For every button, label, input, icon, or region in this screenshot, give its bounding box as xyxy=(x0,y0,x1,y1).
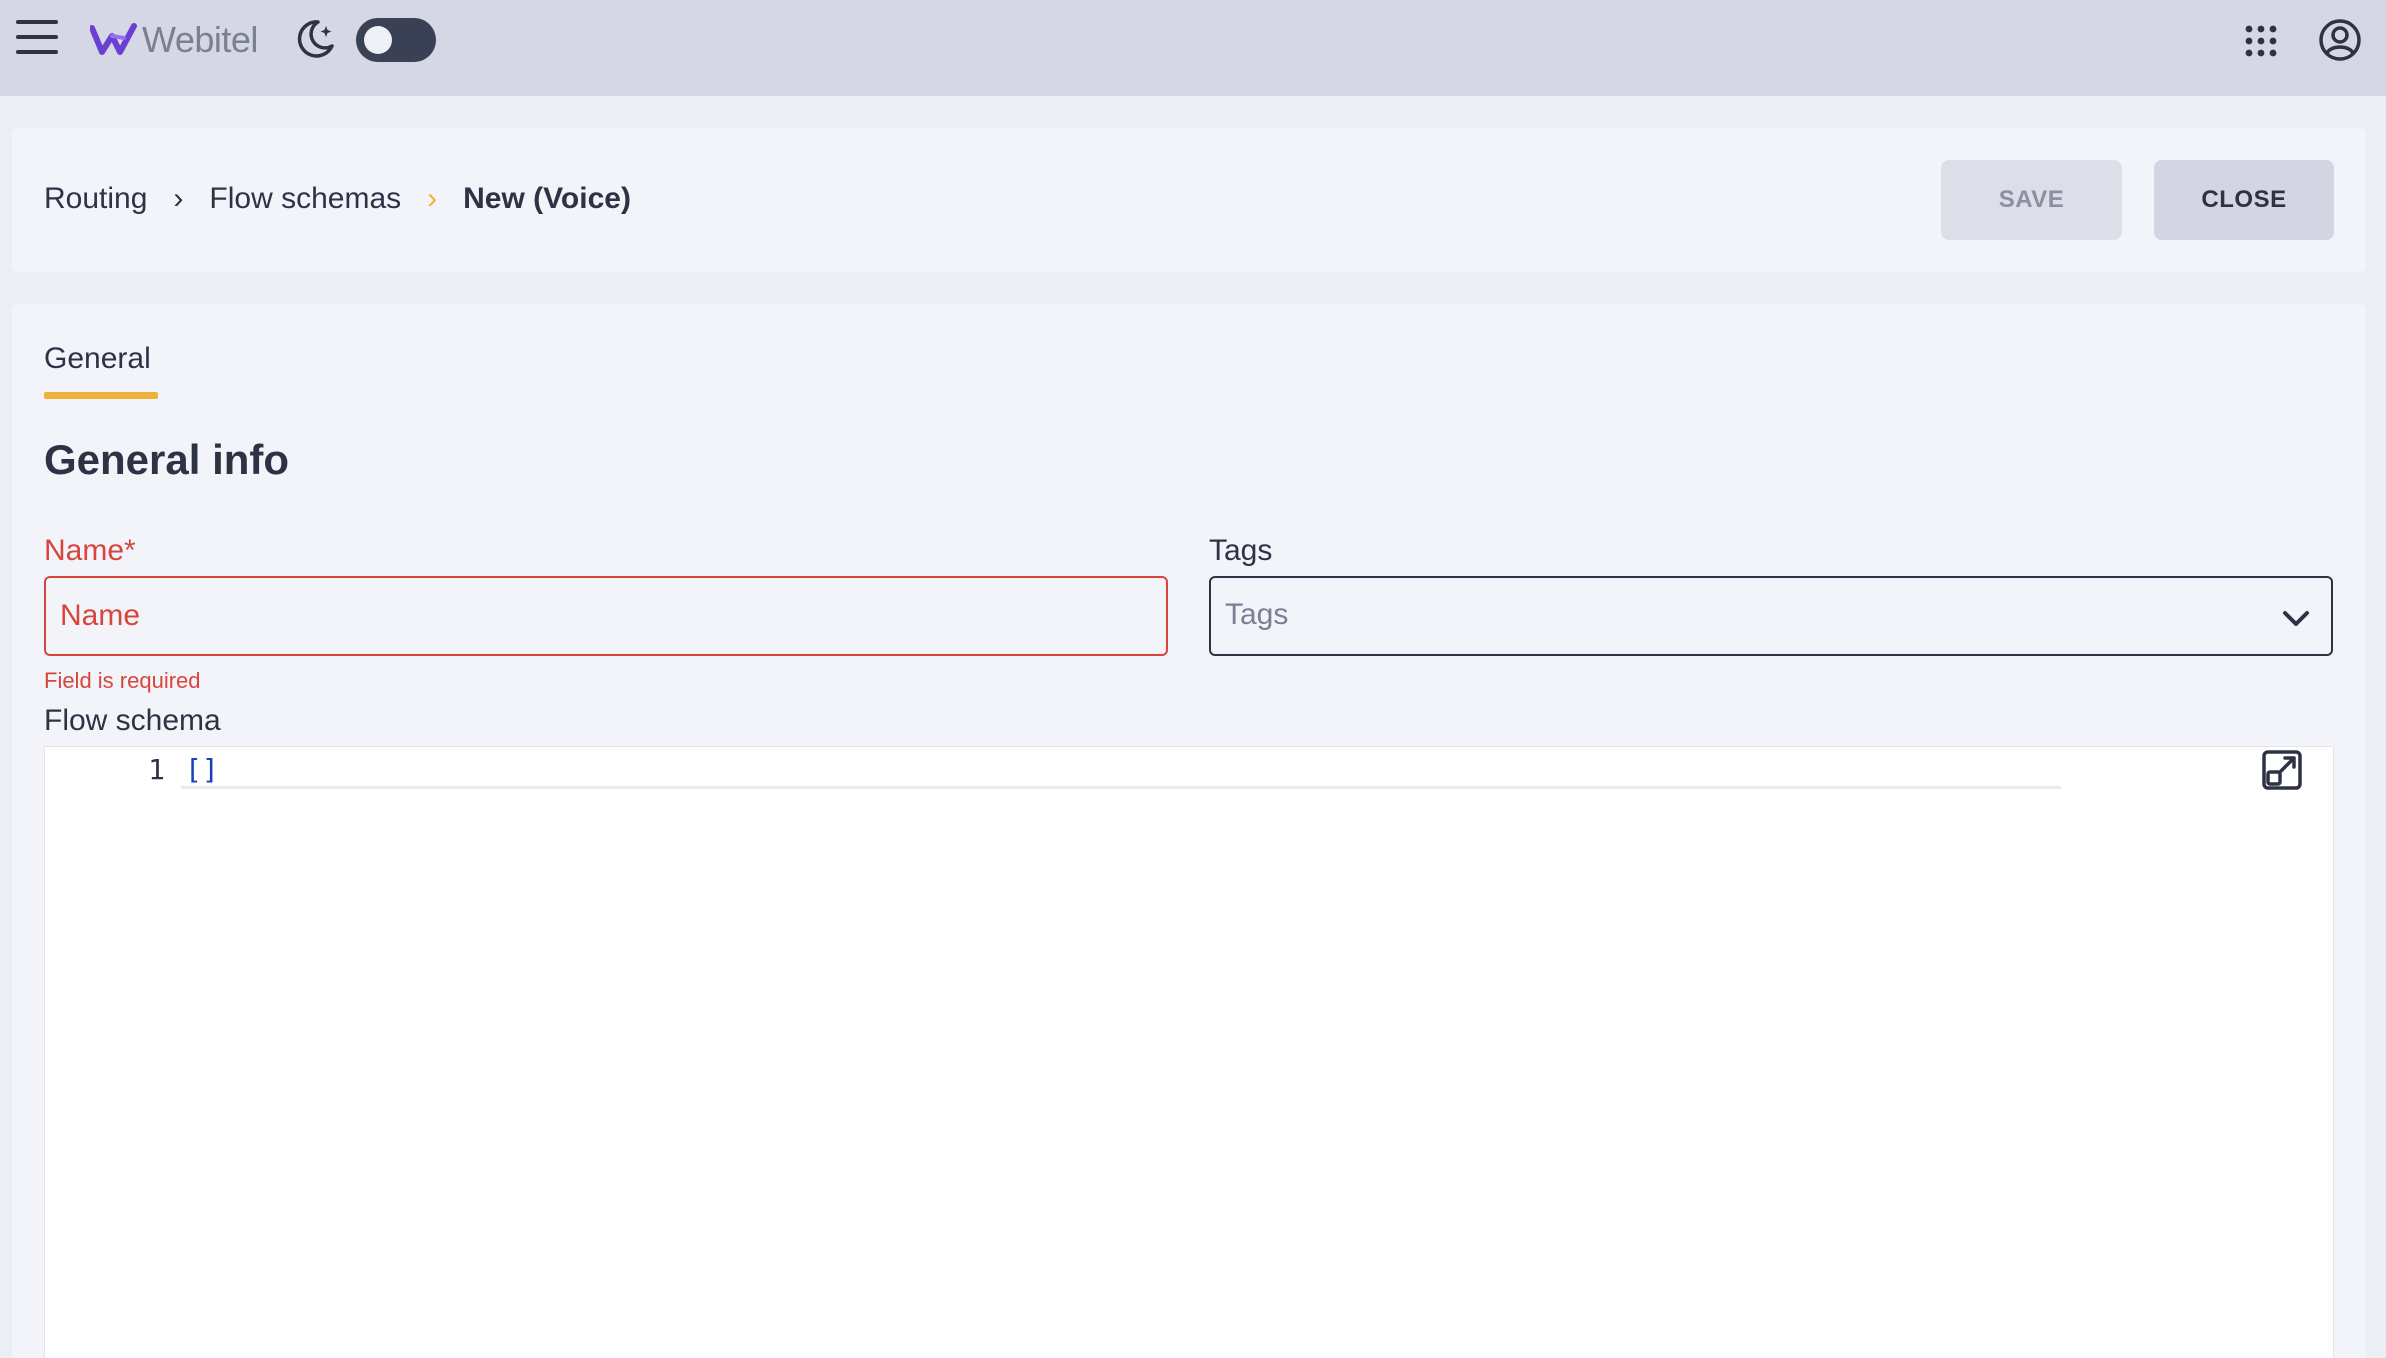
section-title: General info xyxy=(44,436,290,483)
tags-select[interactable]: Tags xyxy=(1209,576,2333,656)
account-icon[interactable] xyxy=(2318,18,2362,62)
breadcrumb: Routing › Flow schemas › New (Voice) xyxy=(44,178,631,220)
expand-icon[interactable] xyxy=(2261,749,2303,791)
save-button[interactable]: SAVE xyxy=(1941,160,2122,240)
toggle-knob xyxy=(364,26,392,54)
chevron-down-icon xyxy=(2283,611,2309,626)
apps-icon[interactable] xyxy=(2244,24,2278,58)
breadcrumb-flow-schemas[interactable]: Flow schemas xyxy=(209,182,401,216)
code-line[interactable]: [] xyxy=(185,753,219,786)
breadcrumb-current: New (Voice) xyxy=(463,182,631,215)
tags-placeholder: Tags xyxy=(1225,598,1289,631)
name-error: Field is required xyxy=(44,668,201,693)
flow-schema-label: Flow schema xyxy=(44,704,221,737)
close-button[interactable]: CLOSE xyxy=(2154,160,2334,240)
webitel-logo-icon xyxy=(90,23,137,55)
active-line-highlight xyxy=(181,749,2061,789)
line-number: 1 xyxy=(148,753,165,786)
moon-icon xyxy=(297,20,334,58)
active-tab-indicator xyxy=(44,392,158,399)
tags-label: Tags xyxy=(1209,534,1273,567)
name-input[interactable] xyxy=(44,576,1168,656)
chevron-right-icon: › xyxy=(173,182,184,215)
logo[interactable]: Webitel xyxy=(90,18,258,62)
page-header: Routing › Flow schemas › New (Voice) SAV… xyxy=(12,128,2366,272)
menu-icon[interactable] xyxy=(16,20,58,58)
tab-general[interactable]: General xyxy=(44,342,151,376)
code-editor[interactable]: 1 [] xyxy=(44,746,2334,1358)
top-bar: Webitel xyxy=(0,0,2386,96)
chevron-right-icon: › xyxy=(427,182,438,215)
logo-text: Webitel xyxy=(142,19,258,60)
breadcrumb-routing[interactable]: Routing xyxy=(44,182,147,216)
main-panel: General General info Name* Field is requ… xyxy=(12,304,2366,1358)
theme-toggle[interactable] xyxy=(356,18,436,62)
name-label: Name* xyxy=(44,534,136,567)
